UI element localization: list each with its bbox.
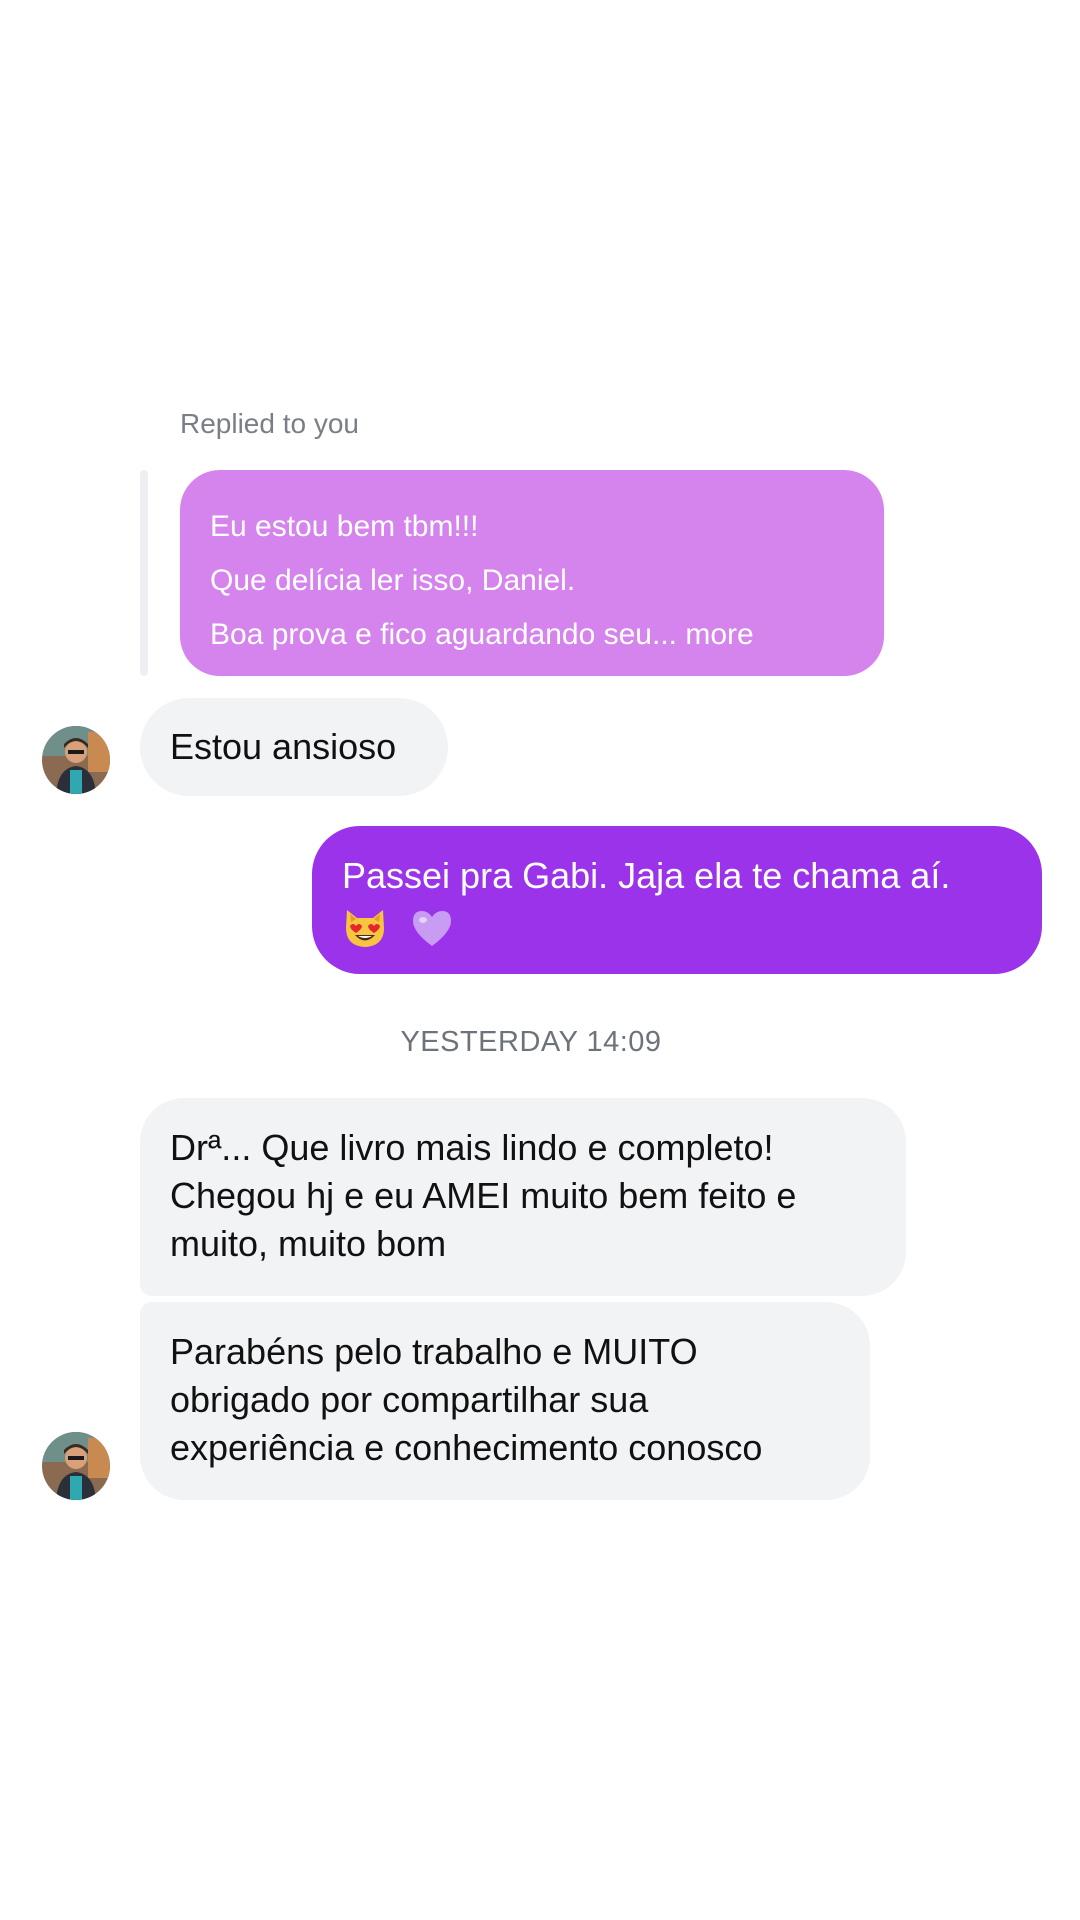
message-text: Estou ansioso <box>170 726 397 767</box>
reply-indicator-bar <box>140 470 148 676</box>
replied-message-line: Que delícia ler isso, Daniel. <box>210 564 576 597</box>
replied-message-bubble[interactable]: Eu estou bem tbm!!! Que delícia ler isso… <box>180 470 884 676</box>
incoming-message-bubble[interactable]: Parabéns pelo trabalho e MUITO obrigado … <box>140 1302 870 1500</box>
replied-message-line: Eu estou bem tbm!!! <box>210 510 479 543</box>
message-text: Passei pra Gabi. Jaja ela te chama aí. <box>342 855 951 896</box>
message-text-line: obrigado por compartilhar sua <box>170 1379 649 1420</box>
conversation-timestamp: YESTERDAY 14:09 <box>400 1026 662 1058</box>
incoming-message-bubble[interactable]: Estou ansioso <box>140 698 448 796</box>
contact-avatar[interactable] <box>42 1432 110 1500</box>
purple-heart-emoji <box>413 911 452 947</box>
incoming-message-bubble[interactable]: Drª... Que livro mais lindo e completo! … <box>140 1098 906 1296</box>
contact-avatar[interactable] <box>42 726 110 794</box>
replied-to-you-label: Replied to you <box>180 408 360 439</box>
heart-eyes-cat-emoji <box>346 910 384 948</box>
message-text-line: experiência e conhecimento conosco <box>170 1427 763 1468</box>
message-text-line: muito, muito bom <box>170 1223 447 1264</box>
message-text-line: Chegou hj e eu AMEI muito bem feito e <box>170 1175 797 1216</box>
message-text-line: Parabéns pelo trabalho e MUITO <box>170 1331 698 1372</box>
replied-message-line: Boa prova e fico aguardando seu... more <box>210 618 754 651</box>
outgoing-message-bubble[interactable]: Passei pra Gabi. Jaja ela te chama aí. <box>312 826 1042 974</box>
message-text-line: Drª... Que livro mais lindo e completo! <box>170 1127 774 1168</box>
